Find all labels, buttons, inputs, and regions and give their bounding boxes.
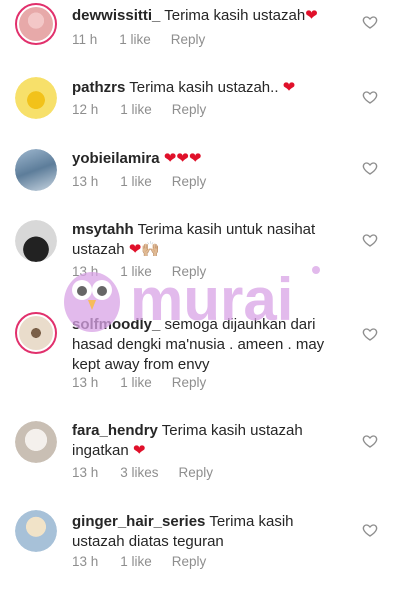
heart-outline-icon[interactable] xyxy=(362,326,378,342)
comment-time: 13 h xyxy=(72,554,99,569)
watermark-text: murai xyxy=(130,266,293,333)
reply-button[interactable]: Reply xyxy=(172,375,207,390)
comment-meta: 13 h 1 like Reply xyxy=(72,375,206,390)
avatar[interactable] xyxy=(15,149,57,191)
reply-button[interactable]: Reply xyxy=(171,32,206,47)
comment-text: ginger_hair_series Terima kasih ustazah … xyxy=(72,512,348,552)
comment-likes[interactable]: 1 like xyxy=(120,375,152,390)
heart-outline-icon[interactable] xyxy=(362,160,378,176)
heart-outline-icon[interactable] xyxy=(362,89,378,105)
comment-time: 13 h xyxy=(72,465,99,480)
reply-button[interactable]: Reply xyxy=(179,465,214,480)
reply-button[interactable]: Reply xyxy=(172,102,207,117)
comment-text: yobieilamira ❤❤❤ xyxy=(72,149,348,169)
comment-body: Terima kasih ustazah.. xyxy=(129,79,279,96)
comment-text: msytahh Terima kasih untuk nasihat ustaz… xyxy=(72,220,348,260)
comment-body: Terima kasih ustazah xyxy=(164,7,306,24)
comment-username[interactable]: ginger_hair_series xyxy=(72,513,205,530)
owl-mascot-icon xyxy=(64,272,120,332)
avatar[interactable] xyxy=(15,510,57,552)
comment-likes[interactable]: 1 like xyxy=(120,102,152,117)
comment-meta: 13 h 1 like Reply xyxy=(72,174,206,189)
reply-button[interactable]: Reply xyxy=(172,554,207,569)
comment-meta: 13 h 3 likes Reply xyxy=(72,465,213,480)
avatar[interactable] xyxy=(15,312,57,354)
comment-meta: 11 h 1 like Reply xyxy=(72,32,205,47)
reply-button[interactable]: Reply xyxy=(172,174,207,189)
comment-likes[interactable]: 1 like xyxy=(119,32,151,47)
comment-time: 13 h xyxy=(72,375,99,390)
comment-meta: 12 h 1 like Reply xyxy=(72,102,206,117)
comment-username[interactable]: pathzrs xyxy=(72,79,125,96)
avatar[interactable] xyxy=(15,421,57,463)
comment-meta: 13 h 1 like Reply xyxy=(72,554,206,569)
comment-likes[interactable]: 3 likes xyxy=(120,465,158,480)
comment-emoji: ❤🙌🏼 xyxy=(128,241,160,258)
heart-outline-icon[interactable] xyxy=(362,433,378,449)
comment-emoji: ❤ xyxy=(282,79,296,96)
comment-emoji: ❤ xyxy=(305,7,318,24)
comment-text: pathzrs Terima kasih ustazah.. ❤ xyxy=(72,78,348,98)
comment-username[interactable]: fara_hendry xyxy=(72,422,158,439)
heart-outline-icon[interactable] xyxy=(362,522,378,538)
comment-time: 12 h xyxy=(72,102,99,117)
comment-username[interactable]: dewwissitti_ xyxy=(72,7,160,24)
comment-username[interactable]: yobieilamira xyxy=(72,150,160,167)
comment-text: dewwissitti_ Terima kasih ustazah❤ xyxy=(72,6,348,26)
comment-username[interactable]: msytahh xyxy=(72,221,134,238)
avatar[interactable] xyxy=(15,3,57,45)
comment-emoji: ❤❤❤ xyxy=(163,150,202,167)
comment-likes[interactable]: 1 like xyxy=(120,554,152,569)
comment-time: 11 h xyxy=(72,32,98,47)
comment-emoji: ❤ xyxy=(132,442,146,459)
comment-text: fara_hendry Terima kasih ustazah ingatka… xyxy=(72,421,348,461)
heart-outline-icon[interactable] xyxy=(362,232,378,248)
heart-outline-icon[interactable] xyxy=(362,14,378,30)
comment-time: 13 h xyxy=(72,174,99,189)
murai-watermark-logo: murai xyxy=(64,266,320,333)
avatar[interactable] xyxy=(15,220,57,262)
comment-likes[interactable]: 1 like xyxy=(120,174,152,189)
avatar[interactable] xyxy=(15,77,57,119)
